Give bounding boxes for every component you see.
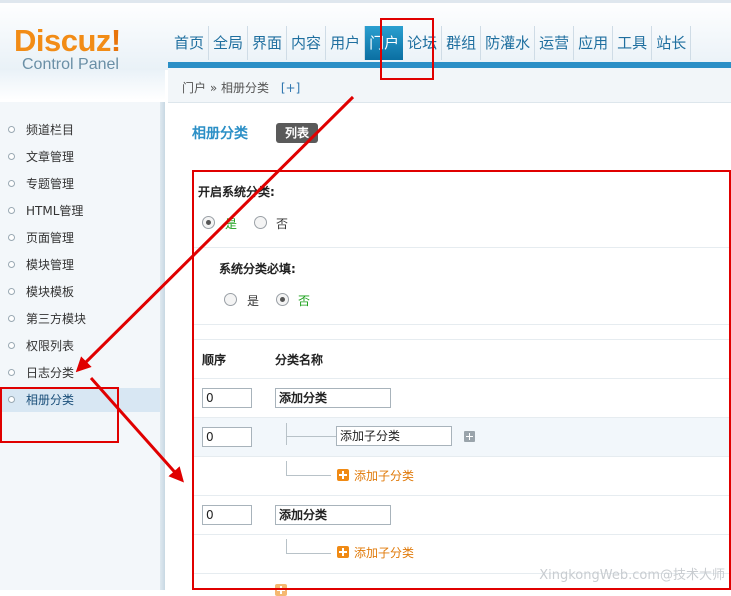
tree-line (286, 461, 287, 475)
breadcrumb-portal[interactable]: 门户 (182, 81, 206, 95)
nav-forum[interactable]: 论坛 (403, 26, 443, 60)
header-top-line (0, 0, 731, 3)
sidebar: 频道栏目 文章管理 专题管理 HTML管理 页面管理 模块管理 模块模板 第三方… (0, 102, 160, 590)
tree-line (286, 475, 331, 476)
tree-line (286, 423, 287, 445)
bullet-icon (8, 234, 15, 241)
sidebar-item-pages[interactable]: 页面管理 (0, 226, 160, 250)
divider (193, 324, 731, 325)
nav-content[interactable]: 内容 (287, 26, 327, 60)
nav-tools[interactable]: 工具 (613, 26, 653, 60)
breadcrumb-separator: » (209, 81, 218, 95)
sidebar-item-permissions[interactable]: 权限列表 (0, 334, 160, 358)
required-no-radio[interactable] (276, 293, 289, 306)
order-input[interactable] (202, 505, 252, 525)
nav-portal[interactable]: 门户 (365, 26, 404, 60)
add-icon[interactable] (275, 584, 287, 596)
bullet-icon (8, 261, 15, 268)
bullet-icon (8, 369, 15, 376)
tree-line (286, 436, 336, 437)
sidebar-header (0, 70, 165, 100)
breadcrumb: 门户 » 相册分类 [+] (182, 79, 300, 96)
required-no-label: 否 (298, 294, 311, 308)
nav-global[interactable]: 全局 (209, 26, 249, 60)
add-icon[interactable] (337, 469, 349, 481)
add-subcategory-link[interactable]: 添加子分类 (354, 544, 414, 561)
breadcrumb-current: 相册分类 (221, 81, 270, 95)
nav-antispam[interactable]: 防灌水 (481, 26, 536, 60)
bullet-icon (8, 126, 15, 133)
divider (193, 456, 731, 457)
nav-admin[interactable]: 站长 (652, 26, 692, 60)
main-nav: 首页 全局 界面 内容 用户 门户 论坛 群组 防灌水 运营 应用 工具 站长 (170, 26, 692, 62)
required-system-category-label: 系统分类必填: (219, 262, 296, 276)
sidebar-item-html[interactable]: HTML管理 (0, 199, 160, 223)
sidebar-item-blocks[interactable]: 模块管理 (0, 253, 160, 277)
enable-no-radio[interactable] (254, 216, 267, 229)
sidebar-item-topics[interactable]: 专题管理 (0, 172, 160, 196)
enable-yes-radio[interactable] (202, 216, 215, 229)
bullet-icon (8, 315, 15, 322)
logo-text: Discuz! (14, 23, 121, 58)
nav-operation[interactable]: 运营 (535, 26, 575, 60)
divider (193, 495, 731, 496)
sidebar-item-articles[interactable]: 文章管理 (0, 145, 160, 169)
add-subcategory-link[interactable]: 添加子分类 (354, 467, 414, 484)
enable-no-label: 否 (276, 217, 289, 231)
divider (193, 339, 731, 340)
bullet-icon (8, 396, 15, 403)
column-header-order: 顺序 (202, 353, 227, 367)
bullet-icon (8, 288, 15, 295)
bullet-icon (8, 180, 15, 187)
order-input[interactable] (202, 388, 252, 408)
tree-line (286, 539, 287, 553)
divider (193, 378, 731, 379)
sidebar-item-block-templates[interactable]: 模块模板 (0, 280, 160, 304)
enable-system-category-label: 开启系统分类: (198, 185, 275, 199)
nav-home[interactable]: 首页 (170, 26, 210, 60)
required-yes-label: 是 (247, 294, 260, 308)
subcategory-name-input[interactable] (336, 426, 452, 446)
breadcrumb-bar: 门户 » 相册分类 [+] (168, 68, 731, 103)
add-icon[interactable] (337, 546, 349, 558)
nav-style[interactable]: 界面 (248, 26, 288, 60)
tab-list[interactable]: 列表 (276, 123, 319, 143)
nav-group[interactable]: 群组 (442, 26, 482, 60)
enable-yes-label: 是 (225, 217, 238, 231)
page-title: 相册分类 (192, 126, 248, 142)
column-header-name: 分类名称 (275, 353, 324, 367)
category-name-input[interactable] (275, 505, 391, 525)
breadcrumb-add-button[interactable]: [+] (281, 81, 300, 95)
category-name-input[interactable] (275, 388, 391, 408)
bullet-icon (8, 207, 15, 214)
divider (193, 247, 731, 248)
tree-line (286, 553, 331, 554)
main-content: 相册分类 列表 开启系统分类: 是 否 系统分类必填: 是 否 顺序 分类名称 … (165, 103, 731, 596)
watermark: XingkongWeb.com@技术大师 (539, 568, 725, 583)
sidebar-item-channel[interactable]: 频道栏目 (0, 118, 160, 142)
bullet-icon (8, 342, 15, 349)
nav-user[interactable]: 用户 (326, 26, 366, 60)
sidebar-item-blog-category[interactable]: 日志分类 (0, 361, 160, 385)
sidebar-item-album-category[interactable]: 相册分类 (0, 388, 160, 412)
expand-plus-icon[interactable] (464, 431, 475, 442)
sidebar-item-third-party[interactable]: 第三方模块 (0, 307, 160, 331)
nav-apps[interactable]: 应用 (574, 26, 614, 60)
divider (193, 534, 731, 535)
required-yes-radio[interactable] (224, 293, 237, 306)
table-row-highlight (193, 418, 731, 456)
order-input[interactable] (202, 427, 252, 447)
bullet-icon (8, 153, 15, 160)
